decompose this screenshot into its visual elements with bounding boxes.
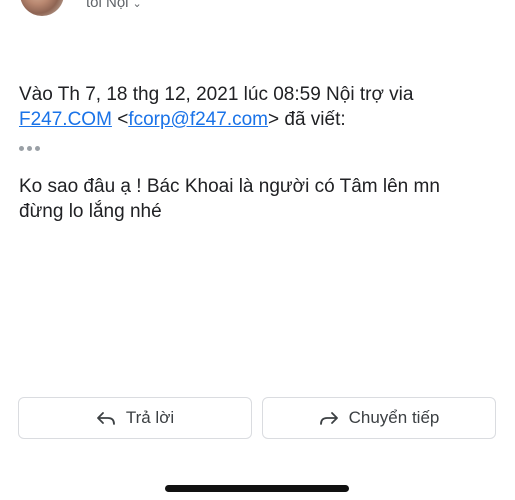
sender-link[interactable]: F247.COM xyxy=(19,109,112,130)
ellipsis-dot xyxy=(35,146,40,151)
reply-icon xyxy=(96,410,116,426)
home-indicator[interactable] xyxy=(165,485,349,492)
recipient-toggle[interactable]: tôi Nội ⌄ xyxy=(86,0,142,11)
reply-label: Trả lời xyxy=(125,408,175,427)
show-trimmed-content-button[interactable] xyxy=(19,146,40,151)
sender-email-link[interactable]: fcorp@f247.com xyxy=(128,109,268,130)
ellipsis-dot xyxy=(27,146,32,151)
forward-label: Chuyển tiếp xyxy=(348,408,440,427)
email-open-bracket: < xyxy=(117,109,129,130)
chevron-down-icon: ⌄ xyxy=(132,0,142,10)
message-body: Ko sao đâu ạ ! Bác Khoai là người có Tâm… xyxy=(19,176,440,222)
reply-button[interactable]: Trả lời xyxy=(18,397,252,439)
message-header: tôi Nội ⌄ xyxy=(0,0,515,18)
avatar[interactable] xyxy=(20,0,64,16)
ellipsis-icon xyxy=(19,146,24,151)
email-close-bracket: > xyxy=(268,109,280,130)
wrote-label: đã viết: xyxy=(284,109,346,130)
recipient-label: tôi Nội xyxy=(86,0,129,11)
forward-icon xyxy=(319,410,339,426)
forward-button[interactable]: Chuyển tiếp xyxy=(262,397,496,439)
quote-header: Vào Th 7, 18 thg 12, 2021 lúc 08:59 Nội … xyxy=(19,82,499,132)
quote-intro: Vào Th 7, 18 thg 12, 2021 lúc 08:59 Nội … xyxy=(19,84,414,105)
